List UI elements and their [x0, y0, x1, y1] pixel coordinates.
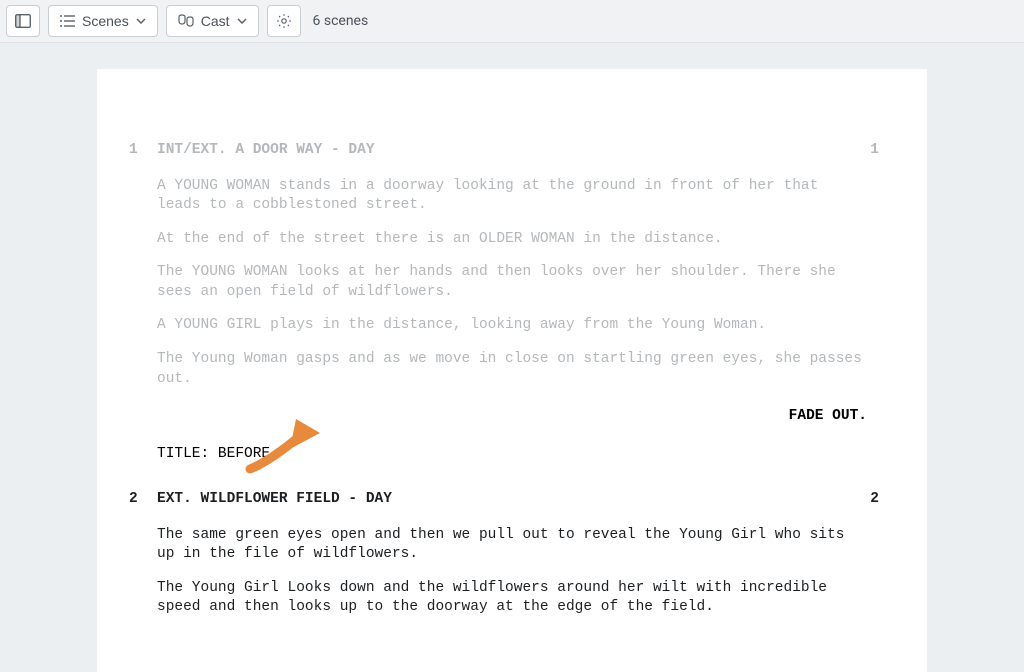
action-text[interactable]: A YOUNG WOMAN stands in a doorway lookin… — [157, 177, 867, 216]
scene-number-right: 1 — [870, 141, 879, 161]
scene-count-label: 6 scenes — [313, 13, 369, 29]
title-card[interactable]: TITLE: BEFORE — [157, 445, 867, 465]
scene-number-right: 2 — [870, 490, 879, 510]
cast-dropdown-button[interactable]: Cast — [166, 5, 259, 37]
document-canvas: 1 1 INT/EXT. A DOOR WAY - DAY A YOUNG WO… — [0, 43, 1024, 672]
transition-text[interactable]: FADE OUT. — [157, 407, 867, 427]
cast-dropdown-label: Cast — [201, 13, 230, 29]
sidebar-icon — [15, 14, 31, 28]
scenes-dropdown-button[interactable]: Scenes — [48, 5, 158, 37]
scene-number-left: 2 — [129, 490, 138, 510]
scene-heading[interactable]: EXT. WILDFLOWER FIELD - DAY — [157, 490, 867, 510]
settings-button[interactable] — [267, 5, 301, 37]
toolbar: Scenes Cast 6 scenes — [0, 0, 1024, 43]
action-text[interactable]: The Young Girl Looks down and the wildfl… — [157, 579, 867, 618]
action-text[interactable]: The YOUNG WOMAN looks at her hands and t… — [157, 263, 867, 302]
masks-icon — [178, 14, 194, 28]
action-text[interactable]: A YOUNG GIRL plays in the distance, look… — [157, 316, 867, 336]
chevron-down-icon — [237, 18, 247, 24]
scenes-dropdown-label: Scenes — [82, 13, 129, 29]
script-page[interactable]: 1 1 INT/EXT. A DOOR WAY - DAY A YOUNG WO… — [97, 69, 927, 672]
list-icon — [60, 15, 75, 27]
scene-number-left: 1 — [129, 141, 138, 161]
action-text[interactable]: At the end of the street there is an OLD… — [157, 230, 867, 250]
action-text[interactable]: The same green eyes open and then we pul… — [157, 526, 867, 565]
chevron-down-icon — [136, 18, 146, 24]
scene-block-1: 1 1 INT/EXT. A DOOR WAY - DAY A YOUNG WO… — [157, 141, 867, 389]
sidebar-toggle-button[interactable] — [6, 5, 40, 37]
action-text[interactable]: The Young Woman gasps and as we move in … — [157, 350, 867, 389]
scene-heading[interactable]: INT/EXT. A DOOR WAY - DAY — [157, 141, 867, 161]
gear-icon — [276, 13, 292, 29]
scene-block-2: 2 2 EXT. WILDFLOWER FIELD - DAY The same… — [157, 490, 867, 618]
